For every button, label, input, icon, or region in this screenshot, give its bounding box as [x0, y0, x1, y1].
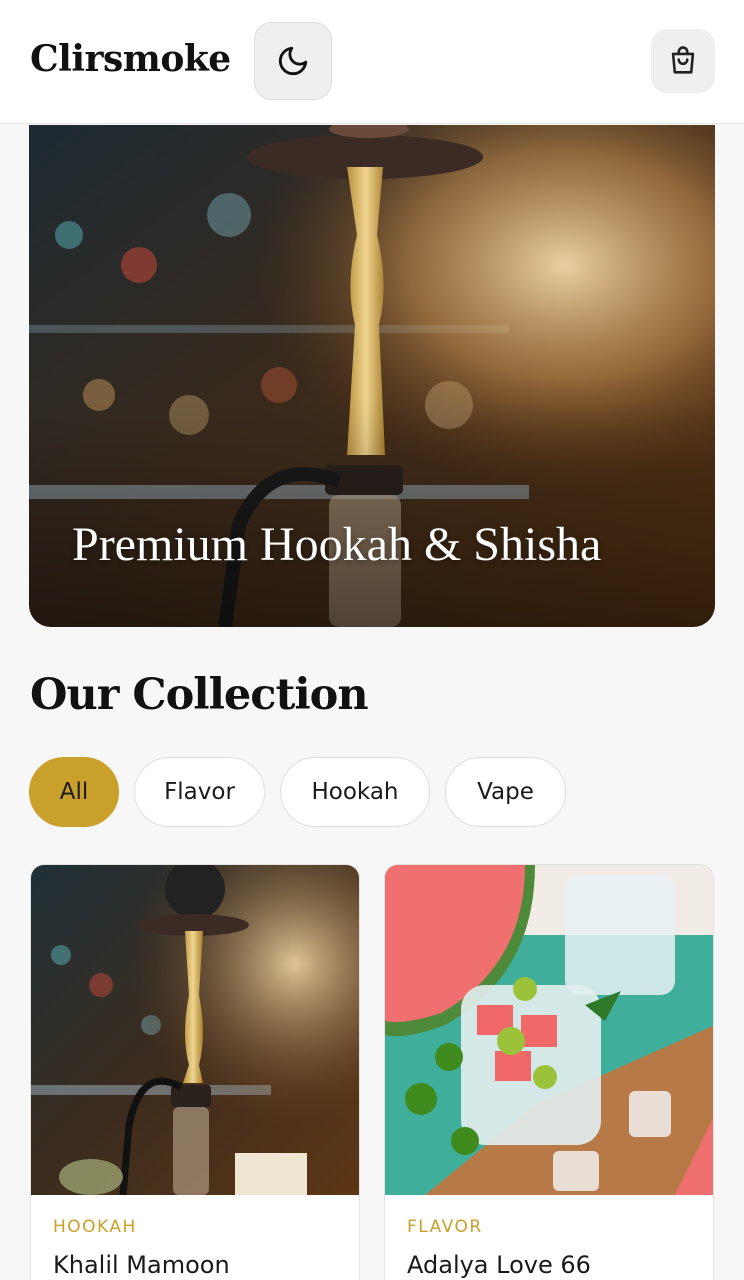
product-category: FLAVOR [407, 1217, 483, 1237]
hero-title: Premium Hookah & Shisha [72, 518, 602, 571]
top-app-bar: Clirsmoke [0, 0, 744, 124]
product-card[interactable]: FLAVOR Adalya Love 66 [384, 864, 714, 1280]
brand-logo[interactable]: Clirsmoke [30, 38, 231, 80]
product-category: HOOKAH [53, 1217, 137, 1237]
theme-toggle-button[interactable] [254, 22, 332, 100]
product-card[interactable]: HOOKAH Khalil Mamoon [30, 864, 360, 1280]
filter-chip-hookah[interactable]: Hookah [280, 757, 430, 827]
product-name: Khalil Mamoon [53, 1251, 230, 1279]
product-image-hookah [31, 865, 359, 1195]
product-name: Adalya Love 66 [407, 1251, 591, 1279]
shopping-bag-icon [671, 46, 695, 74]
product-image-watermelon-drink [385, 865, 713, 1195]
cart-button[interactable] [651, 29, 715, 93]
filter-chip-vape[interactable]: Vape [445, 757, 566, 827]
hero-banner[interactable]: Premium Hookah & Shisha [29, 125, 715, 627]
filter-chip-all[interactable]: All [29, 757, 119, 827]
filter-chip-flavor[interactable]: Flavor [134, 757, 265, 827]
collection-title: Our Collection [30, 670, 369, 720]
moon-icon [278, 46, 308, 76]
